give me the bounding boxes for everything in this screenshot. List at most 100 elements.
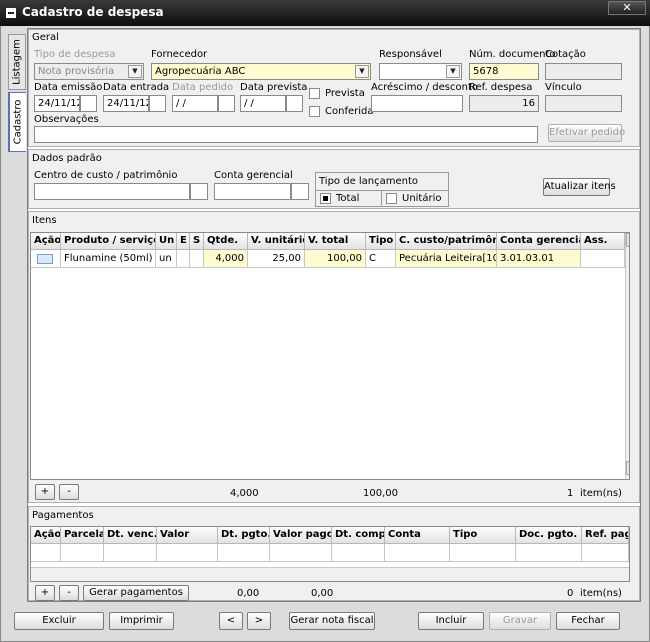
conta-gerencial-lookup-button[interactable]: [291, 183, 309, 200]
cell-qtde[interactable]: 4,000: [204, 250, 248, 268]
chevron-down-icon[interactable]: ▼: [446, 65, 460, 78]
col-acao[interactable]: Ação: [31, 233, 61, 250]
data-emissao-picker[interactable]: [80, 95, 97, 112]
add-item-button[interactable]: +: [35, 484, 55, 500]
col-qtde[interactable]: Qtde.: [204, 233, 248, 250]
sum-qtde: 4,000: [230, 488, 259, 499]
remove-item-button[interactable]: -: [59, 484, 79, 500]
cell-tipo[interactable]: C: [366, 250, 396, 268]
col-v-unitario[interactable]: V. unitário: [248, 233, 305, 250]
data-pedido-input[interactable]: / /: [172, 95, 218, 112]
scroll-down-button[interactable]: [626, 461, 629, 475]
responsavel-select[interactable]: ▼: [379, 63, 462, 80]
data-entrada-picker[interactable]: [149, 95, 166, 112]
incluir-button[interactable]: Incluir: [418, 612, 484, 630]
gerar-pagamentos-button[interactable]: Gerar pagamentos: [83, 585, 189, 601]
table-row-action[interactable]: [31, 250, 61, 268]
col-ass[interactable]: Ass.: [581, 233, 625, 250]
chevron-down-icon[interactable]: ▼: [355, 65, 369, 78]
cell-ass[interactable]: [581, 250, 625, 268]
col-ref-pag[interactable]: Ref. pag.: [582, 527, 629, 544]
excluir-button[interactable]: Excluir: [14, 612, 104, 630]
tipo-despesa-select[interactable]: Nota provisória ▼: [34, 63, 144, 80]
close-button[interactable]: ✕: [608, 1, 646, 15]
conta-gerencial-input[interactable]: [214, 183, 291, 200]
data-pedido-label: Data pedido: [172, 82, 234, 93]
atualizar-itens-button[interactable]: Atualizar itens: [543, 178, 616, 196]
num-documento-input[interactable]: 5678: [469, 63, 539, 80]
tipo-lancamento-group: Tipo de lançamento Total Unitário: [315, 172, 449, 207]
horizontal-scrollbar[interactable]: [31, 567, 629, 581]
tab-listagem[interactable]: Listagem: [8, 34, 26, 90]
col-conta-gerencial[interactable]: Conta gerencial: [497, 233, 581, 250]
centro-custo-lookup-button[interactable]: [190, 183, 208, 200]
vinculo-input[interactable]: [545, 95, 622, 112]
conta-gerencial-label: Conta gerencial: [214, 170, 293, 181]
empty-cell: [332, 544, 385, 562]
fornecedor-select[interactable]: Agropecuária ABC ▼: [151, 63, 371, 80]
observacoes-input[interactable]: [34, 126, 538, 143]
section-title: Dados padrão: [32, 153, 102, 164]
option-total-label: Total: [336, 193, 360, 204]
prevista-checkbox[interactable]: [309, 88, 320, 99]
data-pedido-picker[interactable]: [218, 95, 235, 112]
col-valor[interactable]: Valor: [157, 527, 218, 544]
col-produto[interactable]: Produto / serviço: [61, 233, 156, 250]
sum-valor: 0,00: [237, 588, 260, 599]
col-doc-pgto[interactable]: Doc. pgto.: [516, 527, 582, 544]
data-prevista-input[interactable]: / /: [240, 95, 286, 112]
gerar-nota-fiscal-button[interactable]: Gerar nota fiscal: [289, 612, 375, 630]
cell-c-custo[interactable]: Pecuária Leiteira[100,: [396, 250, 497, 268]
data-emissao-label: Data emissão: [34, 82, 103, 93]
col-dt-venc[interactable]: Dt. venc.: [104, 527, 157, 544]
conferida-checkbox[interactable]: [309, 106, 320, 117]
remove-payment-button[interactable]: -: [59, 585, 79, 601]
cell-v-total[interactable]: 100,00: [305, 250, 366, 268]
col-v-total[interactable]: V. total: [305, 233, 366, 250]
cell-v-unitario[interactable]: 25,00: [248, 250, 305, 268]
cell-conta-gerencial[interactable]: 3.01.03.01: [497, 250, 581, 268]
gravar-button[interactable]: Gravar: [489, 612, 551, 630]
cell-s[interactable]: [190, 250, 204, 268]
cell-produto[interactable]: Flunamine (50ml): [61, 250, 156, 268]
option-total[interactable]: Total: [316, 190, 382, 206]
vertical-scrollbar[interactable]: [625, 233, 629, 479]
option-unitario[interactable]: Unitário: [382, 190, 448, 206]
centro-custo-input[interactable]: [34, 183, 190, 200]
chevron-down-icon[interactable]: ▼: [128, 65, 142, 78]
cell-un[interactable]: un: [156, 250, 177, 268]
conferida-checkbox-label: Conferida: [325, 106, 374, 117]
efetivar-pedido-button[interactable]: Efetivar pedido: [548, 124, 625, 142]
col-e[interactable]: E: [177, 233, 190, 250]
previous-record-button[interactable]: <: [219, 612, 243, 630]
col-un[interactable]: Un: [156, 233, 177, 250]
col-conta[interactable]: Conta: [385, 527, 450, 544]
window-menu-icon[interactable]: [6, 8, 16, 18]
acrescimo-label: Acréscimo / desconto: [371, 82, 478, 93]
data-emissao-input[interactable]: 24/11/12: [34, 95, 80, 112]
scroll-up-button[interactable]: [626, 233, 629, 247]
col-tipo[interactable]: Tipo: [450, 527, 516, 544]
tab-cadastro[interactable]: Cadastro: [8, 92, 26, 152]
acrescimo-input[interactable]: [371, 95, 463, 112]
col-c-custo[interactable]: C. custo/patrimônio: [396, 233, 497, 250]
col-s[interactable]: S: [190, 233, 204, 250]
data-prevista-picker[interactable]: [286, 95, 303, 112]
col-dt-pgto[interactable]: Dt. pgto.: [218, 527, 270, 544]
observacoes-label: Observações: [34, 114, 99, 125]
fechar-button[interactable]: Fechar: [556, 612, 620, 630]
col-tipo[interactable]: Tipo: [366, 233, 396, 250]
add-payment-button[interactable]: +: [35, 585, 55, 601]
imprimir-button[interactable]: Imprimir: [109, 612, 174, 630]
col-acao[interactable]: Ação: [31, 527, 61, 544]
prevista-checkbox-label: Prevista: [325, 88, 365, 99]
data-entrada-input[interactable]: 24/11/12: [103, 95, 149, 112]
sum-total: 100,00: [363, 488, 398, 499]
cell-e[interactable]: [177, 250, 190, 268]
next-record-button[interactable]: >: [247, 612, 271, 630]
col-parcela[interactable]: Parcela: [61, 527, 104, 544]
col-dt-comp[interactable]: Dt. comp.: [332, 527, 385, 544]
row-action-icon[interactable]: [37, 254, 53, 264]
col-valor-pago[interactable]: Valor pago: [270, 527, 332, 544]
cotacao-input[interactable]: [545, 63, 622, 80]
